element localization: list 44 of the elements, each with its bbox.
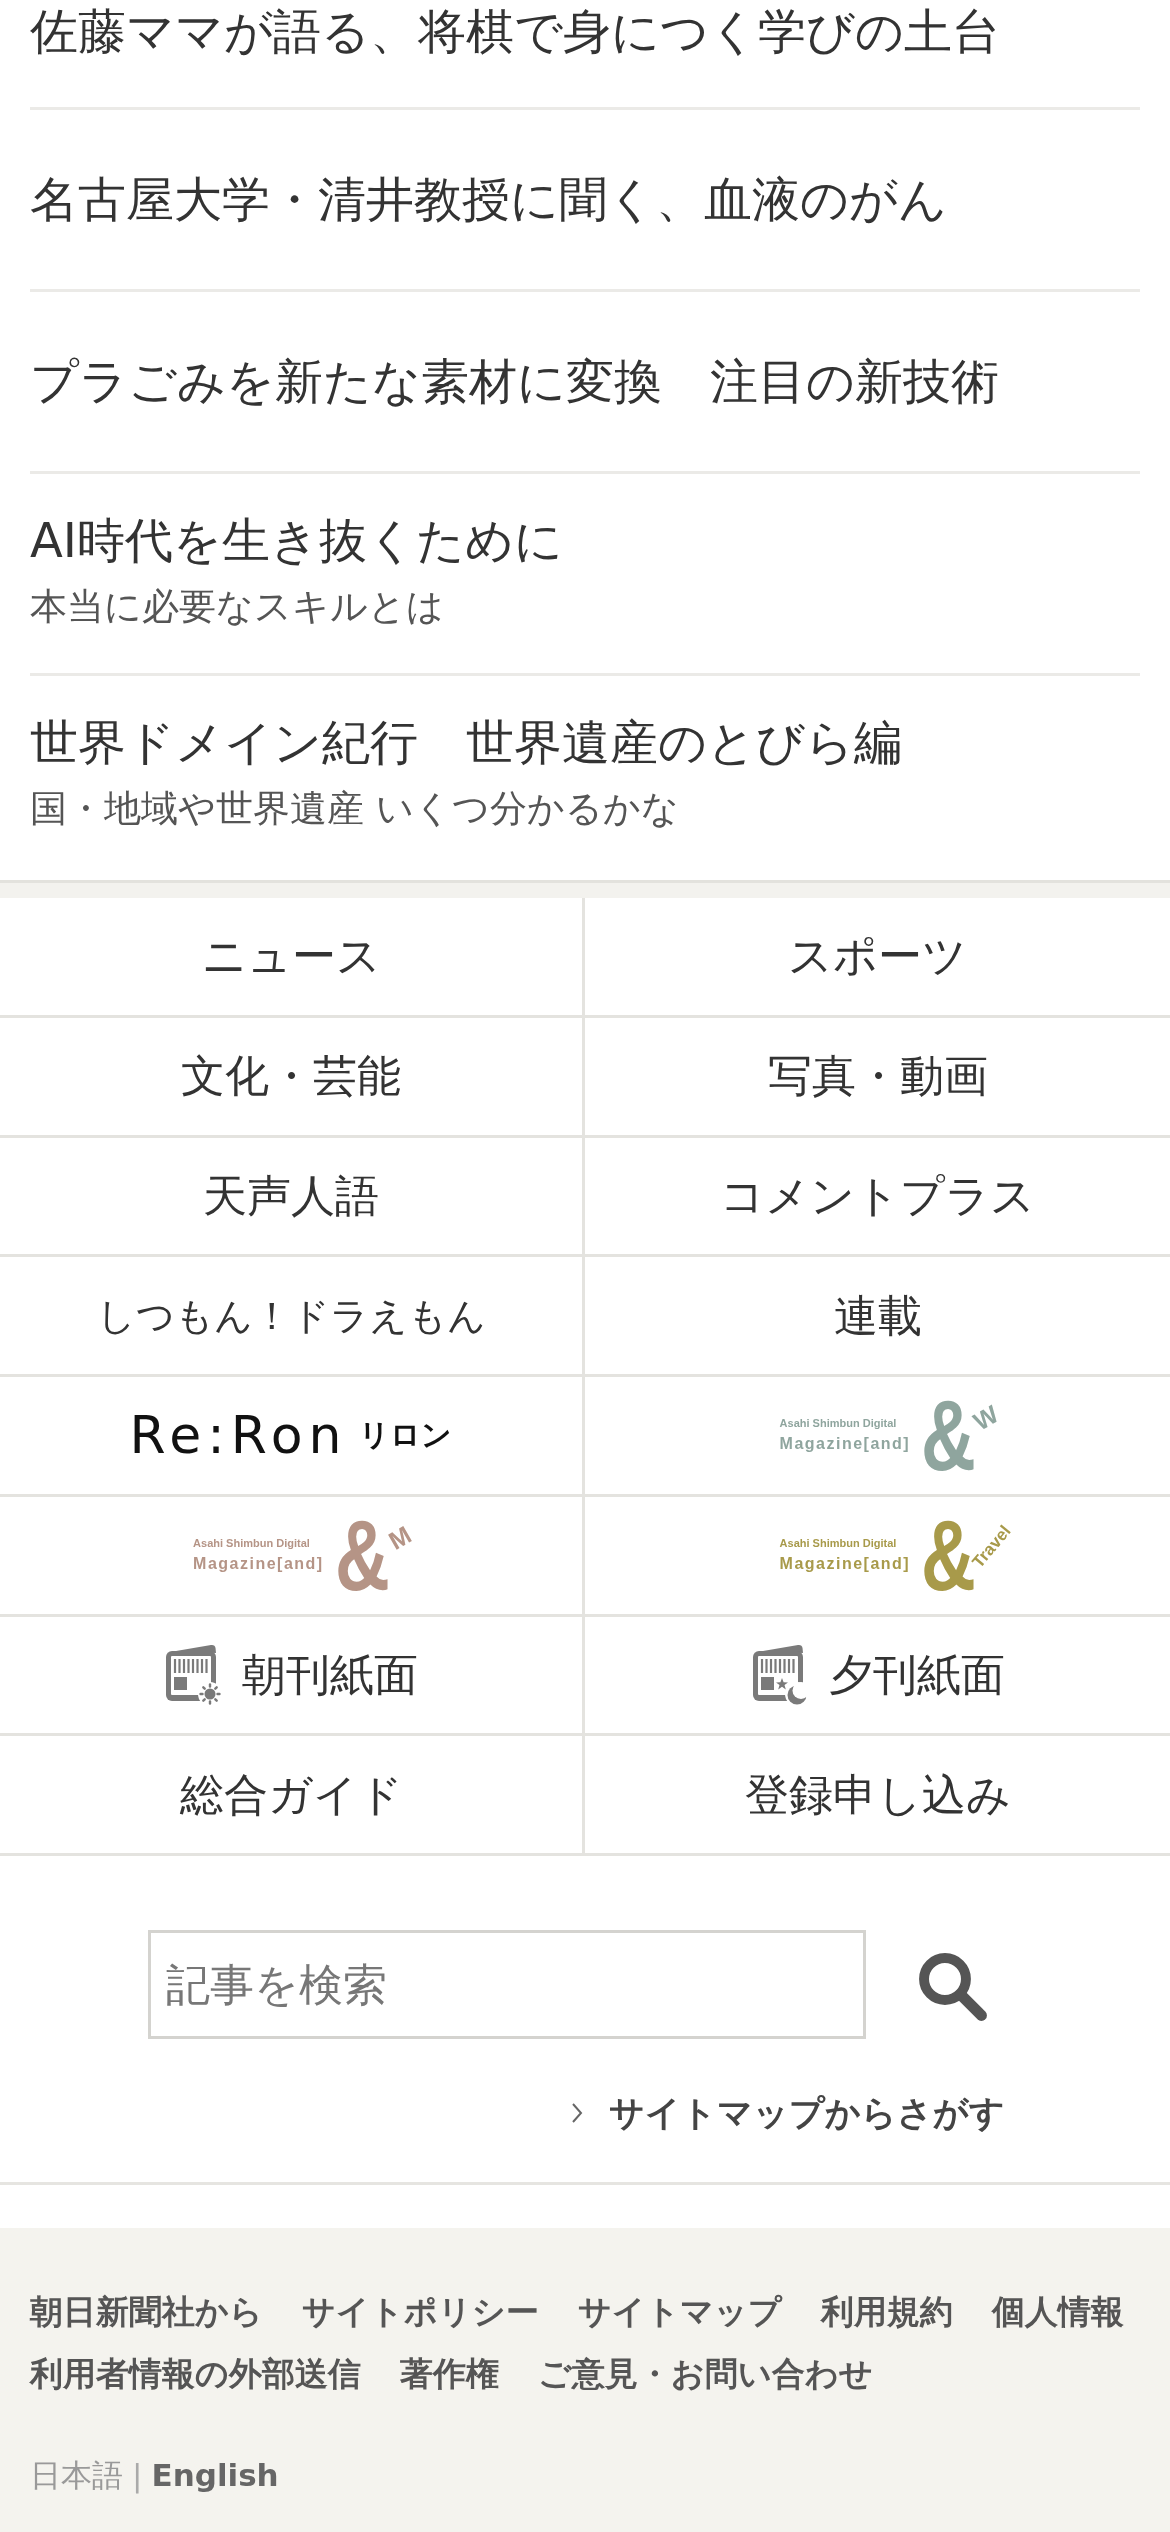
- footer-link[interactable]: 著作権: [400, 2343, 499, 2405]
- nav-link[interactable]: 夕刊紙面: [585, 1616, 1170, 1737]
- footer-link[interactable]: 利用者情報の外部送信: [30, 2343, 361, 2405]
- logo-wordmark: Magazine[and]: [779, 1434, 911, 1454]
- nav-link[interactable]: しつもん！ドラえもん: [0, 1257, 585, 1377]
- nav-link[interactable]: 総合ガイド: [0, 1736, 585, 1856]
- nav-link[interactable]: 連載: [585, 1257, 1170, 1377]
- logo-wordmark: Magazine[and]: [779, 1554, 911, 1574]
- article-subtitle[interactable]: 本当に必要なスキルとは: [30, 583, 444, 631]
- logo-wordmark: Re:Ron: [129, 1405, 348, 1466]
- article-title[interactable]: 佐藤ママが語る、将棋で身につく学びの土台: [30, 0, 1000, 62]
- nav-link[interactable]: ニュース: [0, 898, 585, 1018]
- nav-link[interactable]: コメントプラス: [585, 1137, 1170, 1258]
- logo-suffix: M: [384, 1522, 416, 1555]
- language-separator: |: [132, 2456, 143, 2496]
- footer-link[interactable]: 利用規約: [821, 2281, 953, 2343]
- newspaper-sun-icon: [164, 1642, 224, 1707]
- search-field[interactable]: 記事を検索: [148, 1930, 866, 2039]
- nav-link[interactable]: 朝刊紙面: [0, 1616, 585, 1737]
- nav-link[interactable]: 登録申し込み: [585, 1736, 1170, 1856]
- article-subtitle[interactable]: 国・地域や世界遺産 いくつ分かるかな: [30, 785, 679, 833]
- article-title[interactable]: 名古屋大学・清井教授に聞く、血液のがん: [30, 168, 947, 230]
- nav-link[interactable]: 文化・芸能: [0, 1017, 585, 1138]
- article-title[interactable]: プラごみを新たな素材に変換 注目の新技術: [30, 350, 999, 412]
- nav-link[interactable]: 写真・動画: [585, 1017, 1170, 1138]
- logo-kana: リロン: [359, 1416, 453, 1455]
- footer-link[interactable]: サイトポリシー: [302, 2281, 539, 2343]
- footer-link[interactable]: サイトマップ: [578, 2281, 782, 2343]
- nav-link[interactable]: スポーツ: [585, 898, 1170, 1018]
- chevron-right-icon: [571, 2102, 583, 2124]
- language-link[interactable]: English: [151, 2453, 279, 2497]
- logo-tagline: Asahi Shimbun Digital: [779, 1537, 897, 1551]
- logo-link[interactable]: Re:Ron リロン: [0, 1377, 585, 1497]
- article-title[interactable]: 世界ドメイン紀行 世界遺産のとびら編: [30, 711, 902, 773]
- nav-link[interactable]: 天声人語: [0, 1137, 585, 1258]
- logo-tagline: Asahi Shimbun Digital: [779, 1417, 897, 1431]
- footer-link[interactable]: ご意見・お問い合わせ: [538, 2343, 873, 2405]
- sitemap-link[interactable]: サイトマップからさがす: [571, 2091, 1005, 2135]
- logo-wordmark: Magazine[and]: [193, 1554, 324, 1574]
- logo-tagline: Asahi Shimbun Digital: [193, 1537, 310, 1551]
- footer-link[interactable]: 個人情報: [992, 2281, 1124, 2343]
- article-title[interactable]: AI時代を生き抜くために: [30, 509, 563, 571]
- footer-link[interactable]: 朝日新聞社から: [30, 2281, 263, 2343]
- current-language: 日本語: [30, 2456, 123, 2495]
